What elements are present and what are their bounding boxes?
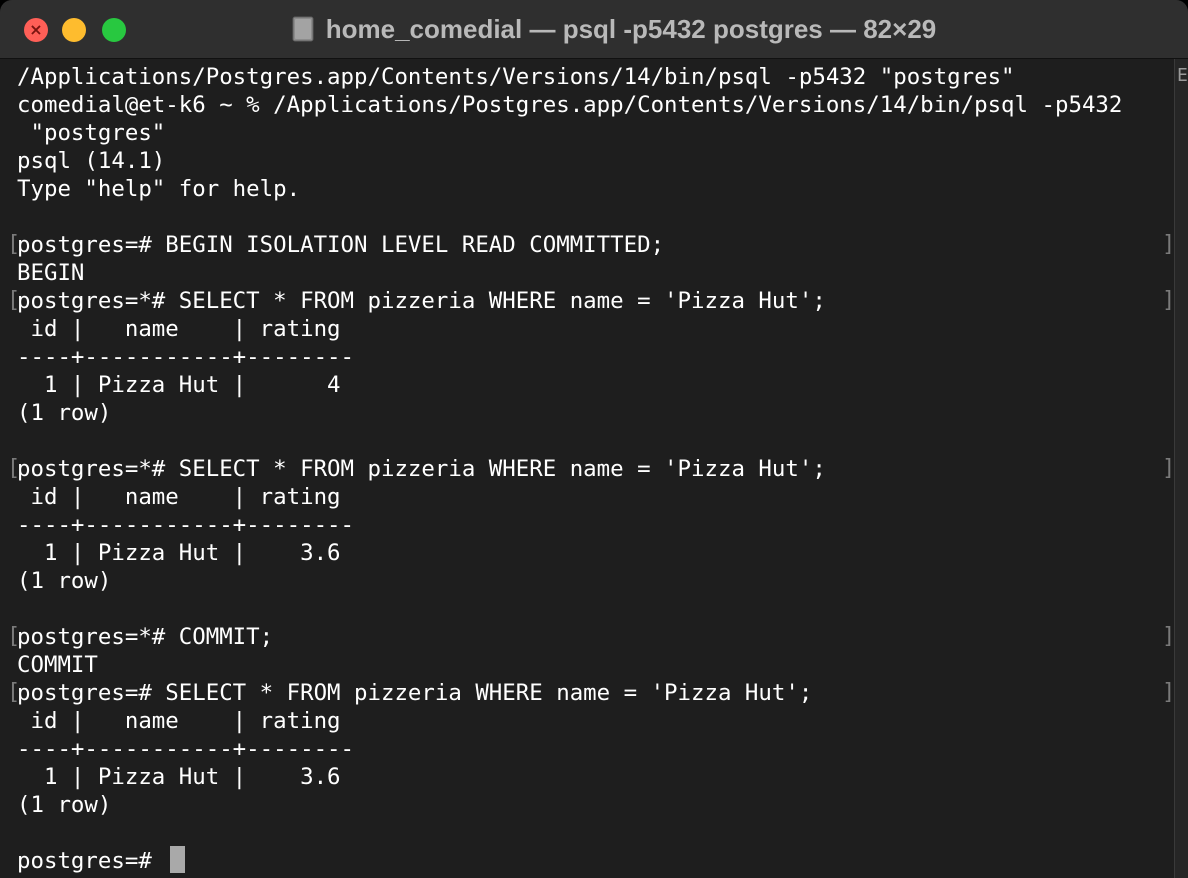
terminal-line: id | name | rating (17, 708, 341, 734)
terminal-line: id | name | rating (17, 484, 341, 510)
terminal-line: ----+-----------+-------- (17, 512, 355, 538)
terminal-output[interactable]: /Applications/Postgres.app/Contents/Vers… (0, 59, 1175, 878)
terminal-line: /Applications/Postgres.app/Contents/Vers… (17, 64, 1015, 90)
terminal-line: psql (14.1) (17, 148, 166, 174)
terminal-line: id | name | rating (17, 316, 341, 342)
current-prompt[interactable]: postgres=# (17, 847, 165, 875)
terminal-line: COMMIT (17, 652, 98, 678)
terminal-document-icon (292, 16, 314, 42)
terminal-line: (1 row) (17, 568, 112, 594)
terminal-line: comedial@et-k6 ~ % /Applications/Postgre… (17, 92, 1123, 118)
terminal-line: postgres=# SELECT * FROM pizzeria WHERE … (17, 680, 813, 706)
terminal-line: postgres=*# COMMIT; (17, 624, 274, 650)
terminal-line: 1 | Pizza Hut | 4 (17, 372, 341, 398)
terminal-line: postgres=# BEGIN ISOLATION LEVEL READ CO… (17, 232, 665, 258)
terminal-line: (1 row) (17, 400, 112, 426)
text-cursor (170, 846, 185, 873)
terminal-line: postgres=*# SELECT * FROM pizzeria WHERE… (17, 288, 826, 314)
terminal-line: 1 | Pizza Hut | 3.6 (17, 540, 341, 566)
terminal-line: Type "help" for help. (17, 176, 301, 202)
window-title: home_comedial — psql -p5432 postgres — 8… (325, 13, 937, 44)
title-area: home_comedial — psql -p5432 postgres — 8… (0, 0, 1188, 58)
scroll-marker: E (1177, 65, 1187, 86)
terminal-line: ----+-----------+-------- (17, 344, 355, 370)
terminal-line: BEGIN (17, 260, 85, 286)
scrollbar[interactable]: E (1174, 59, 1188, 878)
terminal-line: (1 row) (17, 792, 112, 818)
terminal-line: postgres=*# SELECT * FROM pizzeria WHERE… (17, 456, 826, 482)
terminal-line: ----+-----------+-------- (17, 736, 355, 762)
terminal-window: × home_comedial — psql -p5432 postgres —… (0, 0, 1188, 878)
terminal-line: 1 | Pizza Hut | 3.6 (17, 764, 341, 790)
terminal-line: "postgres" (17, 120, 166, 146)
title-bar[interactable]: × home_comedial — psql -p5432 postgres —… (0, 0, 1188, 59)
